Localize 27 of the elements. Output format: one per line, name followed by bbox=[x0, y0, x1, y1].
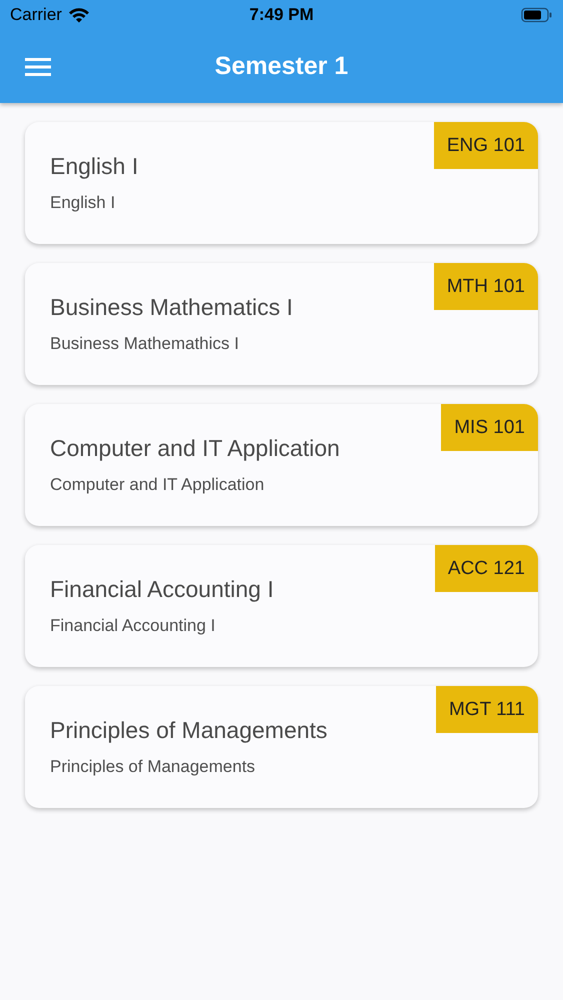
course-code-label: ACC 121 bbox=[434, 545, 538, 592]
course-code-label: MGT 111 bbox=[436, 686, 538, 733]
course-title: Principles of Managements bbox=[50, 717, 328, 744]
course-code-label: ENG 101 bbox=[434, 122, 538, 169]
carrier-label: Carrier bbox=[10, 5, 62, 25]
course-subtitle: English I bbox=[50, 193, 116, 213]
course-title: Computer and IT Application bbox=[50, 435, 341, 462]
course-code-label: MTH 101 bbox=[434, 263, 538, 310]
screen-title: Semester 1 bbox=[214, 52, 348, 80]
course-subtitle: Financial Accounting I bbox=[50, 616, 216, 636]
course-card[interactable]: Business Mathematics I Business Mathemathics I MTH 101 bbox=[25, 263, 538, 385]
menu-icon bbox=[25, 56, 51, 76]
wifi-icon bbox=[68, 7, 90, 23]
course-title: Business Mathematics I bbox=[50, 294, 294, 321]
course-code-label: MIS 101 bbox=[441, 404, 538, 451]
battery-icon bbox=[521, 7, 553, 23]
course-card[interactable]: Financial Accounting I Financial Accounting I ACC 121 bbox=[25, 545, 538, 667]
course-card[interactable]: English I English I ENG 101 bbox=[25, 122, 538, 244]
menu-button[interactable] bbox=[25, 56, 51, 76]
clock-time: 7:49 PM bbox=[249, 5, 314, 24]
course-subtitle: Business Mathemathics I bbox=[50, 334, 240, 354]
course-title: Financial Accounting I bbox=[50, 576, 275, 603]
course-card[interactable]: Computer and IT Application Computer and IT Application MIS 101 bbox=[25, 404, 538, 526]
course-card[interactable]: Principles of Managements Principles of Managements MGT 111 bbox=[25, 686, 538, 808]
course-subtitle: Principles of Managements bbox=[50, 757, 256, 777]
course-subtitle: Computer and IT Application bbox=[50, 475, 266, 495]
course-title: English I bbox=[50, 153, 140, 180]
